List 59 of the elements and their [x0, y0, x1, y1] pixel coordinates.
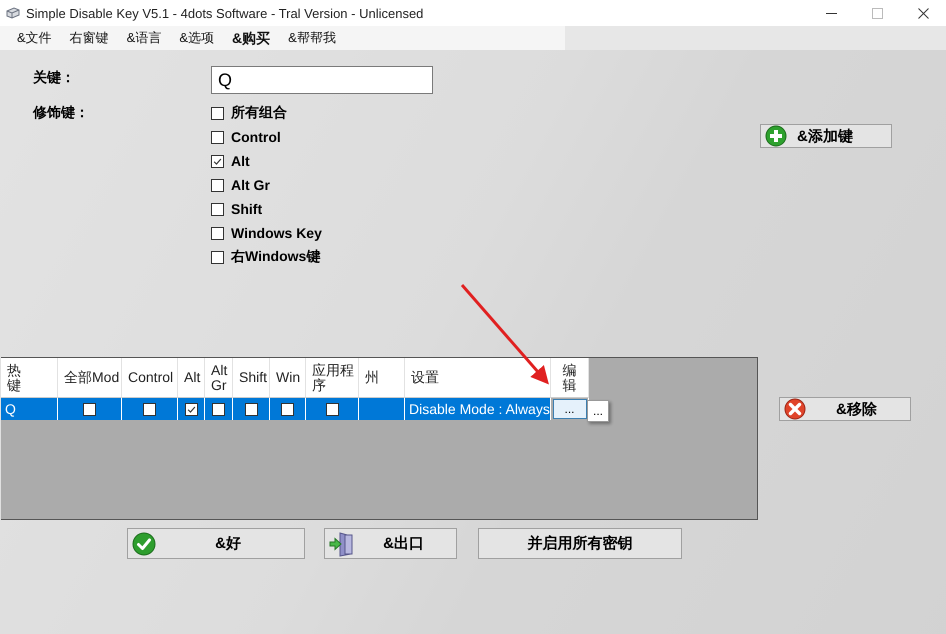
add-key-button[interactable]: &添加键: [760, 124, 892, 148]
window-title: Simple Disable Key V5.1 - 4dots Software - Tral Version - Unlicensed: [26, 6, 424, 20]
plus-icon: [765, 125, 787, 147]
table-cell: Disable Mode : Always: [409, 401, 550, 417]
ok-button[interactable]: &好: [127, 528, 305, 559]
close-icon: [784, 398, 806, 420]
table-row[interactable]: Q Disable Mode : Always ...: [1, 398, 589, 420]
column-header[interactable]: 编辑: [551, 358, 589, 398]
checkbox[interactable]: [211, 226, 224, 240]
key-field[interactable]: Q: [211, 66, 433, 94]
column-header[interactable]: Win: [270, 358, 306, 398]
column-header[interactable]: Shift: [233, 358, 270, 398]
checkbox-label: Windows Key: [231, 225, 322, 241]
checkbox[interactable]: [212, 402, 225, 416]
checkbox[interactable]: [211, 106, 224, 120]
column-header[interactable]: 应用程序: [306, 358, 359, 398]
checkbox[interactable]: [184, 402, 198, 416]
modifiers-label: 修饰键：: [33, 103, 90, 122]
menu-item[interactable]: &选项: [170, 26, 224, 50]
key-label: 关键：: [33, 68, 76, 87]
menu-item[interactable]: &购买: [223, 26, 280, 50]
checkbox-label: Alt Gr: [231, 177, 270, 193]
table-cell: Q: [5, 401, 16, 417]
checkbox[interactable]: [211, 250, 224, 264]
checkbox[interactable]: [211, 154, 224, 168]
popup-button[interactable]: ...: [587, 400, 609, 422]
checkbox[interactable]: [244, 402, 258, 416]
checkbox[interactable]: [83, 402, 96, 416]
column-header[interactable]: 热键: [1, 358, 58, 398]
close-icon[interactable]: [918, 8, 928, 18]
checkbox[interactable]: [211, 202, 224, 216]
column-header[interactable]: 州: [359, 358, 405, 398]
checkbox-label: Control: [231, 129, 281, 145]
checkbox-label: Alt: [231, 153, 250, 169]
column-header[interactable]: 全部Mod: [58, 358, 122, 398]
checkmark-icon: [132, 532, 156, 556]
door-exit-icon: [329, 530, 355, 556]
column-header[interactable]: 设置: [405, 358, 551, 398]
menu-item[interactable]: &帮帮我: [279, 26, 345, 50]
enable-all-button[interactable]: 并启用所有密钥: [478, 528, 682, 559]
checkbox-label: 所有组合: [231, 104, 287, 122]
menu-item[interactable]: &语言: [118, 26, 170, 50]
column-header[interactable]: Alt: [178, 358, 205, 398]
checkbox[interactable]: [281, 402, 294, 416]
checkbox[interactable]: [211, 178, 224, 192]
column-header[interactable]: Alt Gr: [205, 358, 233, 398]
checkbox[interactable]: [326, 402, 338, 416]
checkbox-label: Shift: [231, 201, 262, 217]
menu-item[interactable]: &文件: [0, 26, 61, 50]
app-icon: [6, 7, 20, 19]
checkbox[interactable]: [211, 130, 224, 144]
checkbox[interactable]: [143, 402, 156, 416]
checkbox-label: 右Windows键: [231, 248, 320, 266]
minimize-icon[interactable]: [826, 12, 836, 14]
exit-button[interactable]: &出口: [324, 528, 457, 559]
column-header[interactable]: Control: [122, 358, 178, 398]
menu-item[interactable]: 右窗键: [60, 26, 118, 50]
remove-button[interactable]: &移除: [779, 397, 911, 421]
edit-button[interactable]: ...: [552, 399, 586, 419]
